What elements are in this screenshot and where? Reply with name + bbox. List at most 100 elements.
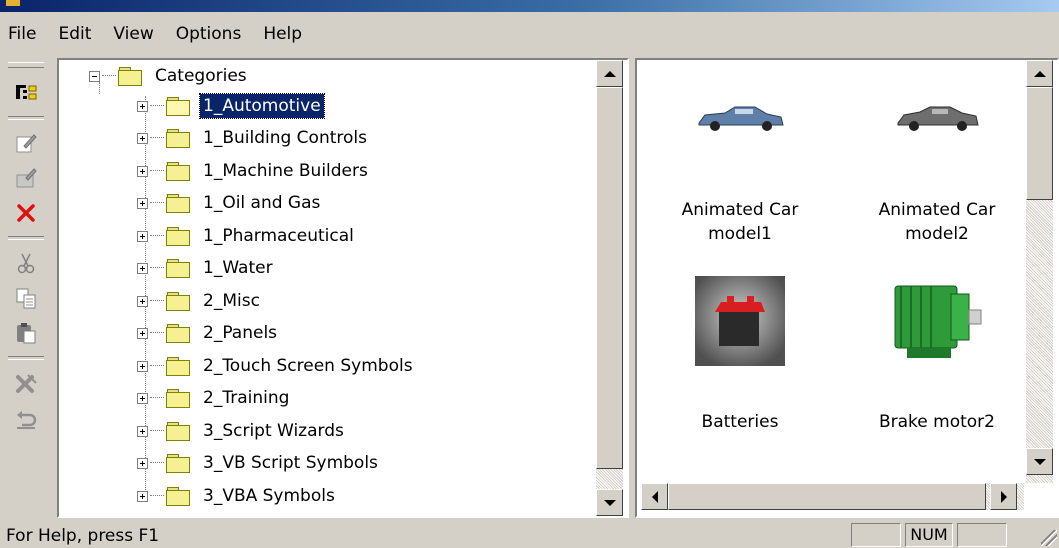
- expand-icon[interactable]: [137, 327, 148, 339]
- edit-properties-icon: [16, 134, 37, 153]
- tree-item-label: 3_VB Script Symbols: [203, 453, 378, 473]
- scroll-left-button[interactable]: [641, 483, 668, 510]
- symbol-animated-car-model1[interactable]: Animated Car model1: [645, 70, 835, 260]
- tree-item-water[interactable]: 1_Water: [137, 253, 276, 283]
- scroll-down-button[interactable]: [596, 489, 623, 516]
- tree-connector: [150, 202, 164, 204]
- delete-button[interactable]: [10, 198, 42, 228]
- tree-item-label: 2_Misc: [203, 291, 260, 311]
- resize-grip-icon[interactable]: [1041, 530, 1057, 546]
- menu-options[interactable]: Options: [168, 14, 256, 54]
- scroll-thumb[interactable]: [596, 87, 623, 469]
- tree-item-label: 3_VBA Symbols: [203, 486, 335, 506]
- scroll-thumb[interactable]: [1026, 87, 1053, 200]
- symbol-label: Animated Car: [878, 200, 996, 220]
- expand-icon[interactable]: [137, 457, 148, 469]
- symbol-animated-car-model2[interactable]: Animated Car model2: [842, 70, 1032, 260]
- tree-item-label: 1_Pharmaceutical: [203, 226, 354, 246]
- expand-icon[interactable]: [137, 425, 148, 437]
- expand-icon[interactable]: [137, 230, 148, 242]
- symbol-gallery[interactable]: Animated Car model1 Animated Car model2 …: [635, 58, 1059, 518]
- tree-item-misc[interactable]: 2_Misc: [137, 286, 263, 316]
- symbol-batteries[interactable]: Batteries: [645, 270, 835, 460]
- folder-icon: [166, 487, 190, 506]
- expand-icon[interactable]: [137, 132, 148, 144]
- tree-item-vb-script-symbols[interactable]: 3_VB Script Symbols: [137, 448, 381, 478]
- cut-button[interactable]: [10, 248, 42, 278]
- tree-connector: [150, 332, 164, 334]
- expand-icon[interactable]: [137, 392, 148, 404]
- tree-item-vba-symbols[interactable]: 3_VBA Symbols: [137, 481, 338, 511]
- tree-root[interactable]: Categories: [89, 61, 250, 91]
- tree-item-script-wizards[interactable]: 3_Script Wizards: [137, 416, 347, 446]
- scroll-up-button[interactable]: [1026, 60, 1053, 87]
- toolbar-separator: [8, 236, 44, 240]
- symbol-brake-motor2[interactable]: Brake motor2: [842, 270, 1032, 460]
- tree-item-automotive[interactable]: 1_Automotive: [137, 91, 325, 121]
- folder-icon: [166, 259, 190, 278]
- expand-icon[interactable]: [137, 165, 148, 177]
- tree-connector: [150, 462, 164, 464]
- toolbar-separator: [8, 356, 44, 360]
- folder-icon: [118, 67, 142, 86]
- menu-file[interactable]: File: [0, 14, 50, 54]
- scroll-right-button[interactable]: [990, 483, 1017, 510]
- undo-button[interactable]: [10, 404, 42, 434]
- expand-icon[interactable]: [137, 262, 148, 274]
- gallery-vertical-scrollbar[interactable]: [1026, 60, 1053, 483]
- status-bar: For Help, press F1 NUM: [0, 520, 1059, 548]
- tree-item-label: 2_Training: [203, 388, 290, 408]
- tree-item-pharmaceutical[interactable]: 1_Pharmaceutical: [137, 221, 357, 251]
- brake-motor-icon: [887, 272, 987, 376]
- paste-button[interactable]: [10, 318, 42, 348]
- expand-icon[interactable]: [137, 100, 148, 112]
- arrow-down-icon: [1033, 458, 1046, 465]
- menu-view[interactable]: View: [105, 14, 167, 54]
- tree-connector: [150, 397, 164, 399]
- folder-icon: [166, 162, 190, 181]
- expand-icon[interactable]: [137, 490, 148, 502]
- tree-item-touch-screen-symbols[interactable]: 2_Touch Screen Symbols: [137, 351, 416, 381]
- tree-connector: [150, 300, 164, 302]
- vertical-toolbar: [4, 56, 48, 516]
- folder-icon: [166, 292, 190, 311]
- menu-edit[interactable]: Edit: [50, 14, 105, 54]
- undo-icon: [17, 411, 37, 429]
- toolbar-grip[interactable]: [8, 62, 44, 68]
- tree-connector: [150, 267, 164, 269]
- gallery-horizontal-scrollbar[interactable]: [641, 483, 1024, 510]
- tree-item-oil-and-gas[interactable]: 1_Oil and Gas: [137, 188, 323, 218]
- category-tree[interactable]: Categories 1_Automotive 1_Building Contr…: [57, 58, 629, 518]
- expand-icon[interactable]: [137, 197, 148, 209]
- toolbar-separator: [8, 116, 44, 120]
- edit-properties-button[interactable]: [10, 128, 42, 158]
- expand-icon[interactable]: [137, 360, 148, 372]
- disconnect-button[interactable]: [10, 368, 42, 398]
- new-item-icon: [16, 168, 37, 188]
- tree-item-training[interactable]: 2_Training: [137, 383, 292, 413]
- tree-item-building-controls[interactable]: 1_Building Controls: [137, 123, 370, 153]
- tree-item-label: 2_Touch Screen Symbols: [203, 356, 413, 376]
- folder-icon: [166, 227, 190, 246]
- battery-icon: [695, 276, 785, 366]
- folder-icon: [166, 357, 190, 376]
- scroll-down-button[interactable]: [1026, 448, 1053, 475]
- scroll-thumb[interactable]: [668, 483, 986, 510]
- expand-icon[interactable]: [137, 295, 148, 307]
- collapse-icon[interactable]: [89, 70, 100, 82]
- tree-connector: [150, 365, 164, 367]
- tree-item-machine-builders[interactable]: 1_Machine Builders: [137, 156, 371, 186]
- menu-help[interactable]: Help: [255, 14, 316, 54]
- app-icon: [6, 0, 20, 6]
- tree-root-label: Categories: [155, 66, 247, 86]
- tree-connector: [150, 430, 164, 432]
- tree-item-panels[interactable]: 2_Panels: [137, 318, 280, 348]
- new-item-button[interactable]: [10, 163, 42, 193]
- copy-button[interactable]: [10, 283, 42, 313]
- scroll-up-button[interactable]: [596, 60, 623, 87]
- tree-item-label: 1_Water: [203, 258, 273, 278]
- tree-view-button[interactable]: [10, 78, 42, 108]
- tree-view-icon: [16, 85, 37, 100]
- tree-vertical-scrollbar[interactable]: [596, 60, 623, 516]
- symbol-label: Animated Car: [681, 200, 799, 220]
